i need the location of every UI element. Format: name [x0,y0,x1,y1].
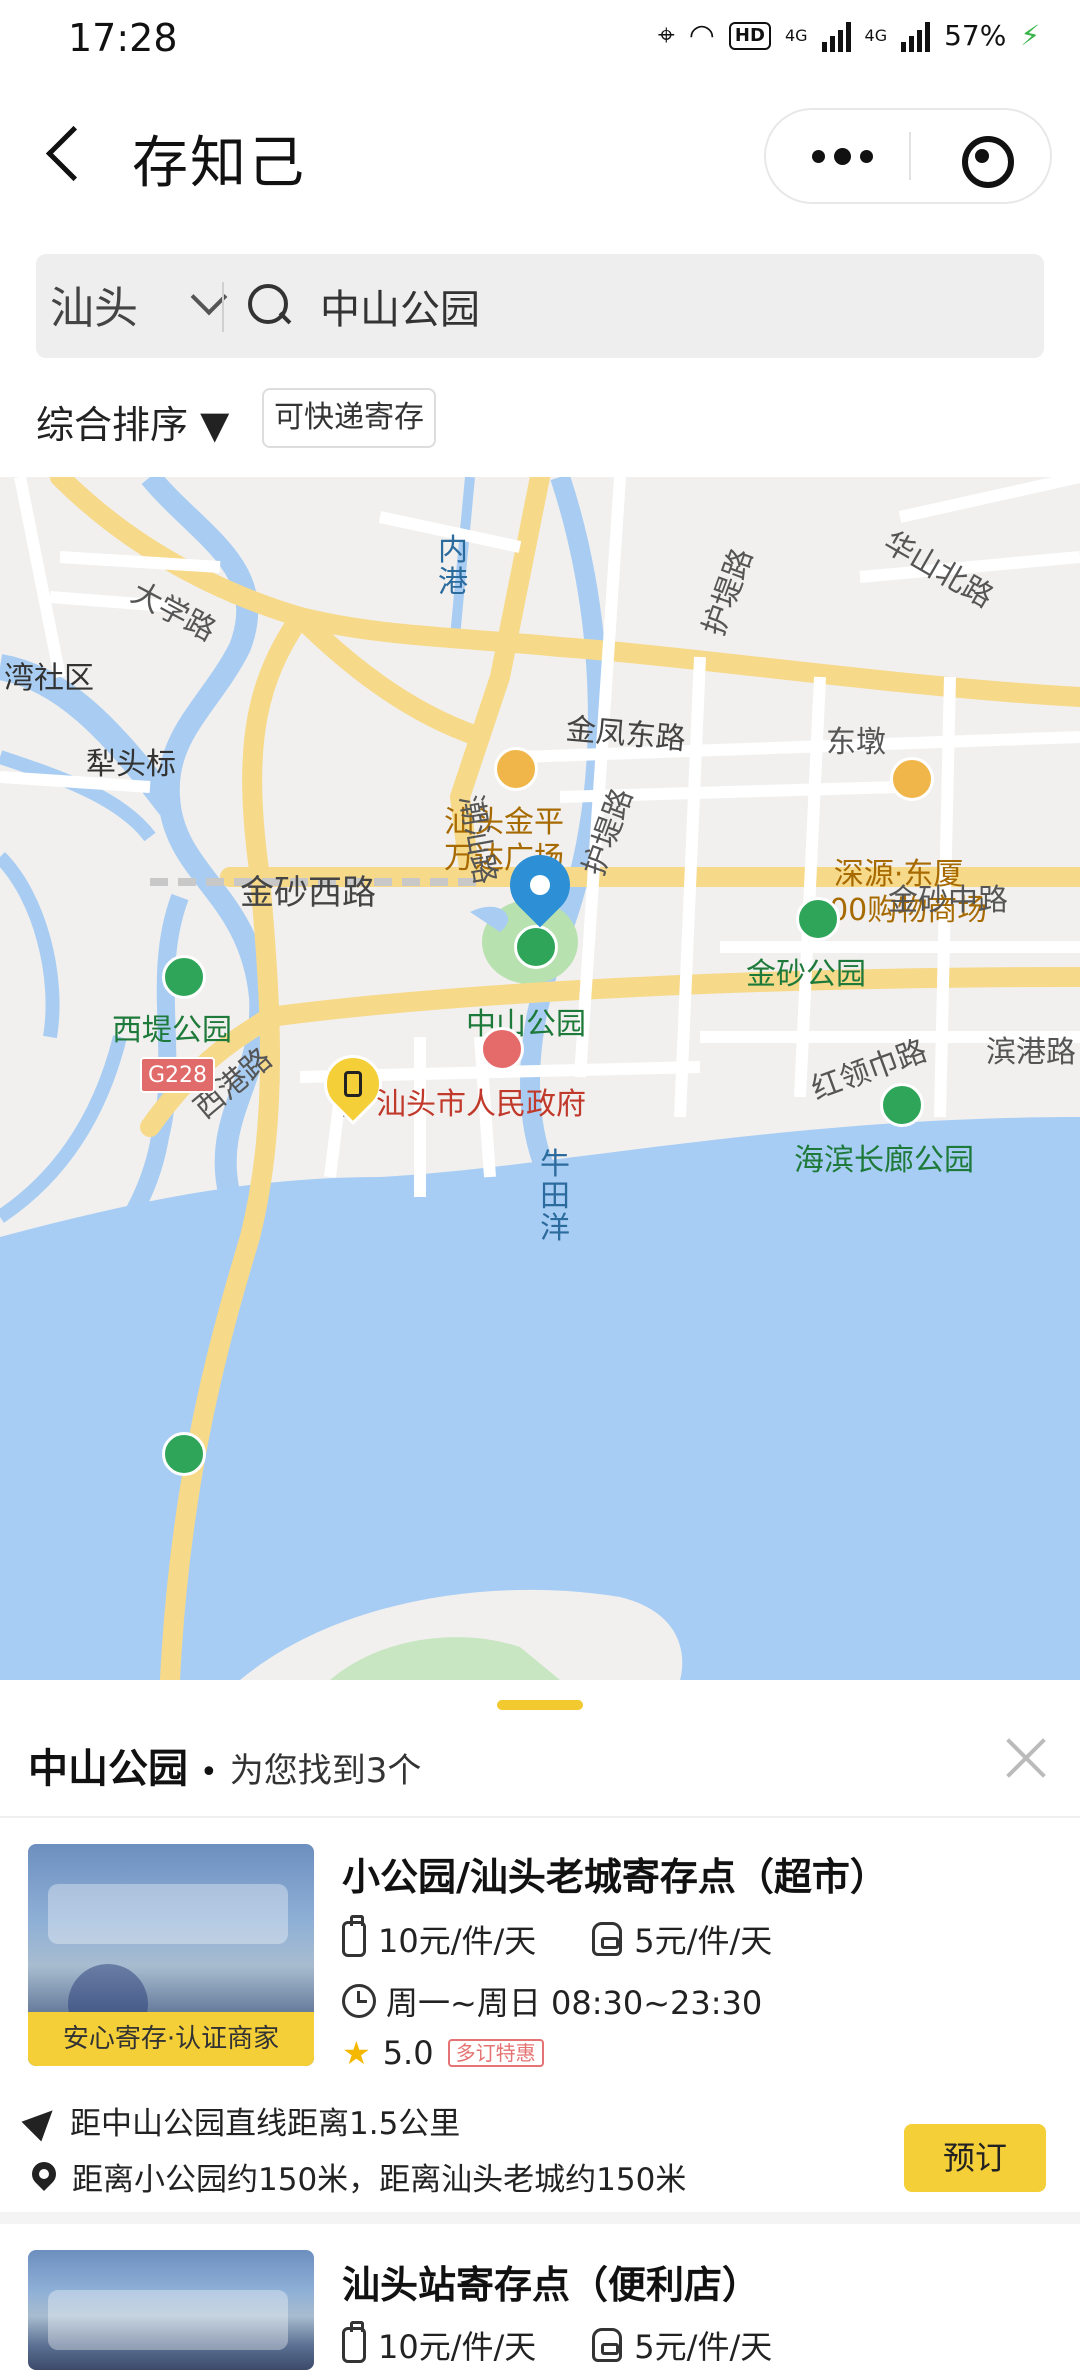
price-luggage: 10元/件/天 [378,2328,537,2366]
price-row: 10元/件/天 5元/件/天 [342,1915,773,1962]
park-icon[interactable] [162,1432,206,1476]
shopping-mall-icon[interactable] [890,757,934,801]
store-name[interactable]: 小公园/汕头老城寄存点（超市） [342,1846,888,1901]
price-luggage: 10元/件/天 [378,1922,537,1960]
map-label-binggang-road: 滨港路 [986,1035,1076,1070]
map-label-niutianyang: 牛 田 洋 [540,1147,570,1246]
store-rating: 5.0 [382,2034,434,2072]
map-poi-jinsha-park[interactable]: 金砂公园 [746,949,866,993]
back-icon[interactable] [40,120,100,190]
close-miniprogram-icon[interactable] [922,110,1042,202]
distance-row: 距中山公园直线距离1.5公里 [21,2098,461,2143]
miniprogram-capsule [764,108,1052,204]
map-label-jinsha-west: 金砂西路 [240,873,376,913]
express-filter-tag[interactable]: 可快递寄存 [262,388,436,448]
highway-shield-g228: G228 [140,1057,216,1093]
navigation-arrow-icon [21,2099,63,2142]
store-location: 距离小公园约150米，距离汕头老城约150米 [72,2162,687,2198]
hours-row: 周一~周日 08:30~23:30 [342,1978,762,2024]
city-selector[interactable]: 汕头 [50,272,138,336]
map-poi-haibin-park[interactable]: 海滨长廊公园 [794,1135,974,1179]
map-label-jinsha-middle: 金砂中路 [888,883,1008,918]
book-button[interactable]: 预订 [904,2124,1046,2192]
bag-icon [592,2328,623,2362]
map-view[interactable]: 大学路 内港 护堤路 华山北路 湾社区 金凤东路 东墩 汕头金平 万达广场 深源… [0,477,1080,1680]
page-title: 存知己 [132,131,306,196]
luggage-icon [342,2321,366,2363]
store-name[interactable]: 汕头站寄存点（便利店） [342,2254,760,2309]
bag-icon [592,1922,623,1956]
search-input[interactable] [320,276,920,336]
star-icon: ★ [342,2034,371,2072]
price-bag: 5元/件/天 [634,2328,773,2366]
title-bar: 存知己 [0,80,1080,230]
search-divider [222,282,224,332]
battery-percent: 57% [944,19,1007,52]
more-icon[interactable] [786,110,898,202]
price-row: 10元/件/天 5元/件/天 [342,2321,773,2368]
park-icon[interactable] [796,897,840,941]
search-bar: 汕头 [36,254,1044,358]
certified-badge: 安心寄存·认证商家 [28,2012,314,2066]
map-label-litoubiao: 犁头标 [86,747,176,782]
government-icon[interactable] [480,1027,524,1071]
wifi-icon: ◠ [688,18,715,53]
search-icon [248,284,290,326]
location-icon: ⌖ [657,18,675,53]
drag-handle[interactable] [497,1700,583,1710]
luggage-icon [344,1071,362,1097]
location-pin-icon [27,2156,61,2191]
results-separator: • [200,1755,218,1790]
park-icon[interactable] [514,925,558,969]
charging-icon: ⚡ [1020,19,1040,52]
results-place: 中山公园 [28,1746,188,1792]
park-icon[interactable] [162,955,206,999]
divider [0,1816,1080,1818]
map-label-dongdun: 东墩 [826,725,886,760]
pin-dot [530,875,550,895]
park-icon[interactable] [880,1083,924,1127]
signal-2-icon [901,20,931,52]
status-icons: ⌖ ◠ HD 4G 4G 57% ⚡ [658,18,1040,53]
map-label-neigang: 内港 [438,533,468,600]
sort-dropdown[interactable]: 综合排序 ▼ [36,394,229,449]
store-distance: 距中山公园直线距离1.5公里 [70,2106,461,2142]
rating-row: ★ 5.0 多订特惠 [342,2034,544,2072]
location-row: 距离小公园约150米，距离汕头老城约150米 [27,2154,687,2199]
luggage-icon [342,1915,366,1957]
store-thumbnail[interactable] [28,2250,314,2370]
map-poi-gov[interactable]: 汕头市人民政府 [376,1079,586,1123]
capsule-divider [909,132,911,180]
store-hours: 周一~周日 08:30~23:30 [386,1984,763,2022]
hd-icon: HD [728,21,771,50]
status-time: 17:28 [68,16,178,60]
clock-icon [342,1984,376,2018]
map-poi-xidi-park[interactable]: 西堤公园 [112,1005,232,1049]
status-bar: 17:28 ⌖ ◠ HD 4G 4G 57% ⚡ [0,0,1080,80]
card-divider [0,2212,1080,2224]
promo-tag: 多订特惠 [447,2039,544,2067]
signal-2-label: 4G [864,26,888,45]
signal-1-icon [821,20,851,52]
results-header: 中山公园 • 为您找到3个 [28,1736,421,1794]
close-icon[interactable] [996,1726,1056,1786]
results-count: 为您找到3个 [229,1751,422,1791]
store-thumbnail[interactable]: 安心寄存·认证商家 [28,1844,314,2066]
signal-1-label: 4G [784,26,808,45]
shopping-mall-icon[interactable] [494,747,538,791]
map-label-wanshequ: 湾社区 [4,661,94,696]
price-bag: 5元/件/天 [634,1922,773,1960]
